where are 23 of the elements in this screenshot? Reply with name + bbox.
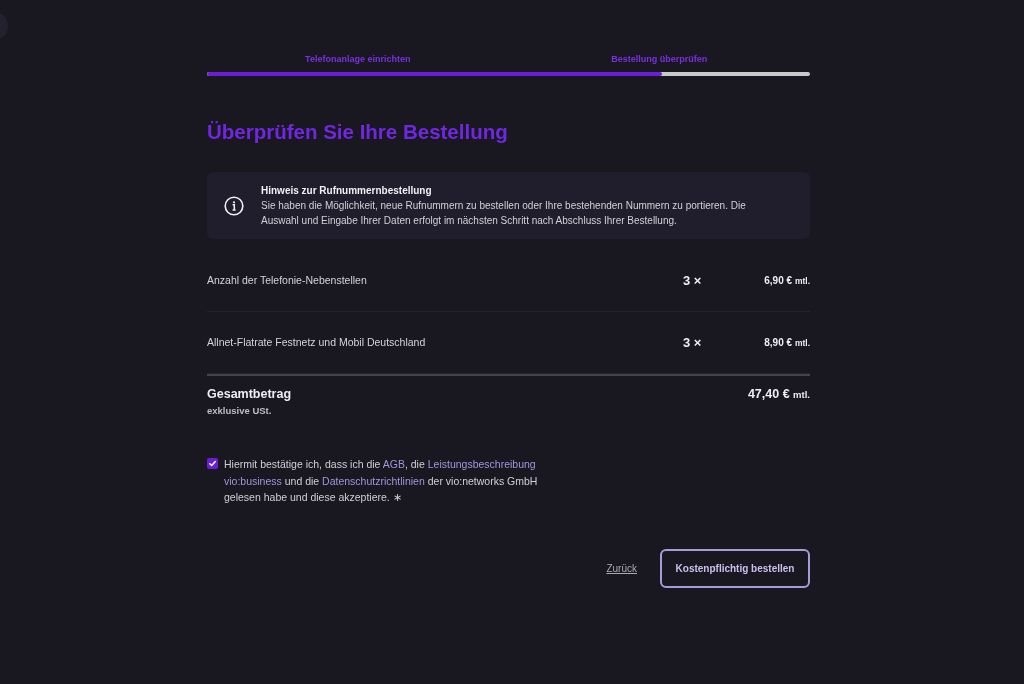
item-price: 8,90 € mtl. [763, 336, 810, 350]
step-label: Bestellung überprüfen [610, 53, 709, 65]
item-quantity: 3 × [683, 333, 703, 352]
step-label: Telefonanlage einrichten [304, 53, 412, 65]
text-link[interactable]: Leistungsbeschreibung [427, 458, 536, 470]
notice-text: Sie haben die Möglichkeit, neue Rufnummern zu bestellen oder Ihre bestehenden Nummern zu portieren. Die Auswahl und Eingabe Ihrer Daten erfolgt im nächsten Schritt nach Abschluss Ihrer Bestellung. [261, 199, 747, 228]
total-price: 47,40 € mtl. [747, 386, 810, 403]
text-link[interactable]: vio:business [224, 474, 282, 487]
consent-text: Hiermit bestätige ich, dass ich die AGB, die Leistungsbeschreibung vio:business und die Datenschutzrichtlinien der vio:networks GmbH gelesen habe und diese akzeptiere. ∗ [224, 457, 539, 505]
checkbox[interactable] [207, 458, 218, 469]
item-quantity: 3 × [683, 271, 703, 290]
item-price: 6,90 € mtl. [763, 274, 810, 288]
item-name: Allnet-Flatrate Festnetz und Mobil Deutschland [207, 334, 427, 350]
total-label: Gesamtbetrag [207, 386, 292, 402]
page-heading: Überprüfen Sie Ihre Bestellung [207, 119, 509, 145]
info-icon [224, 196, 244, 216]
order-button[interactable]: Kostenpflichtig bestellen [660, 548, 810, 588]
text-link[interactable]: Datenschutzrichtlinien [322, 474, 425, 487]
text-link[interactable]: AGB [382, 458, 405, 470]
item-name: Anzahl der Telefonie-Nebenstellen [207, 272, 368, 288]
notice-title: Hinweis zur Rufnummernbestellung [261, 184, 433, 198]
total-note: exklusive USt. [207, 404, 273, 418]
back-link[interactable]: Zurück [606, 560, 637, 576]
